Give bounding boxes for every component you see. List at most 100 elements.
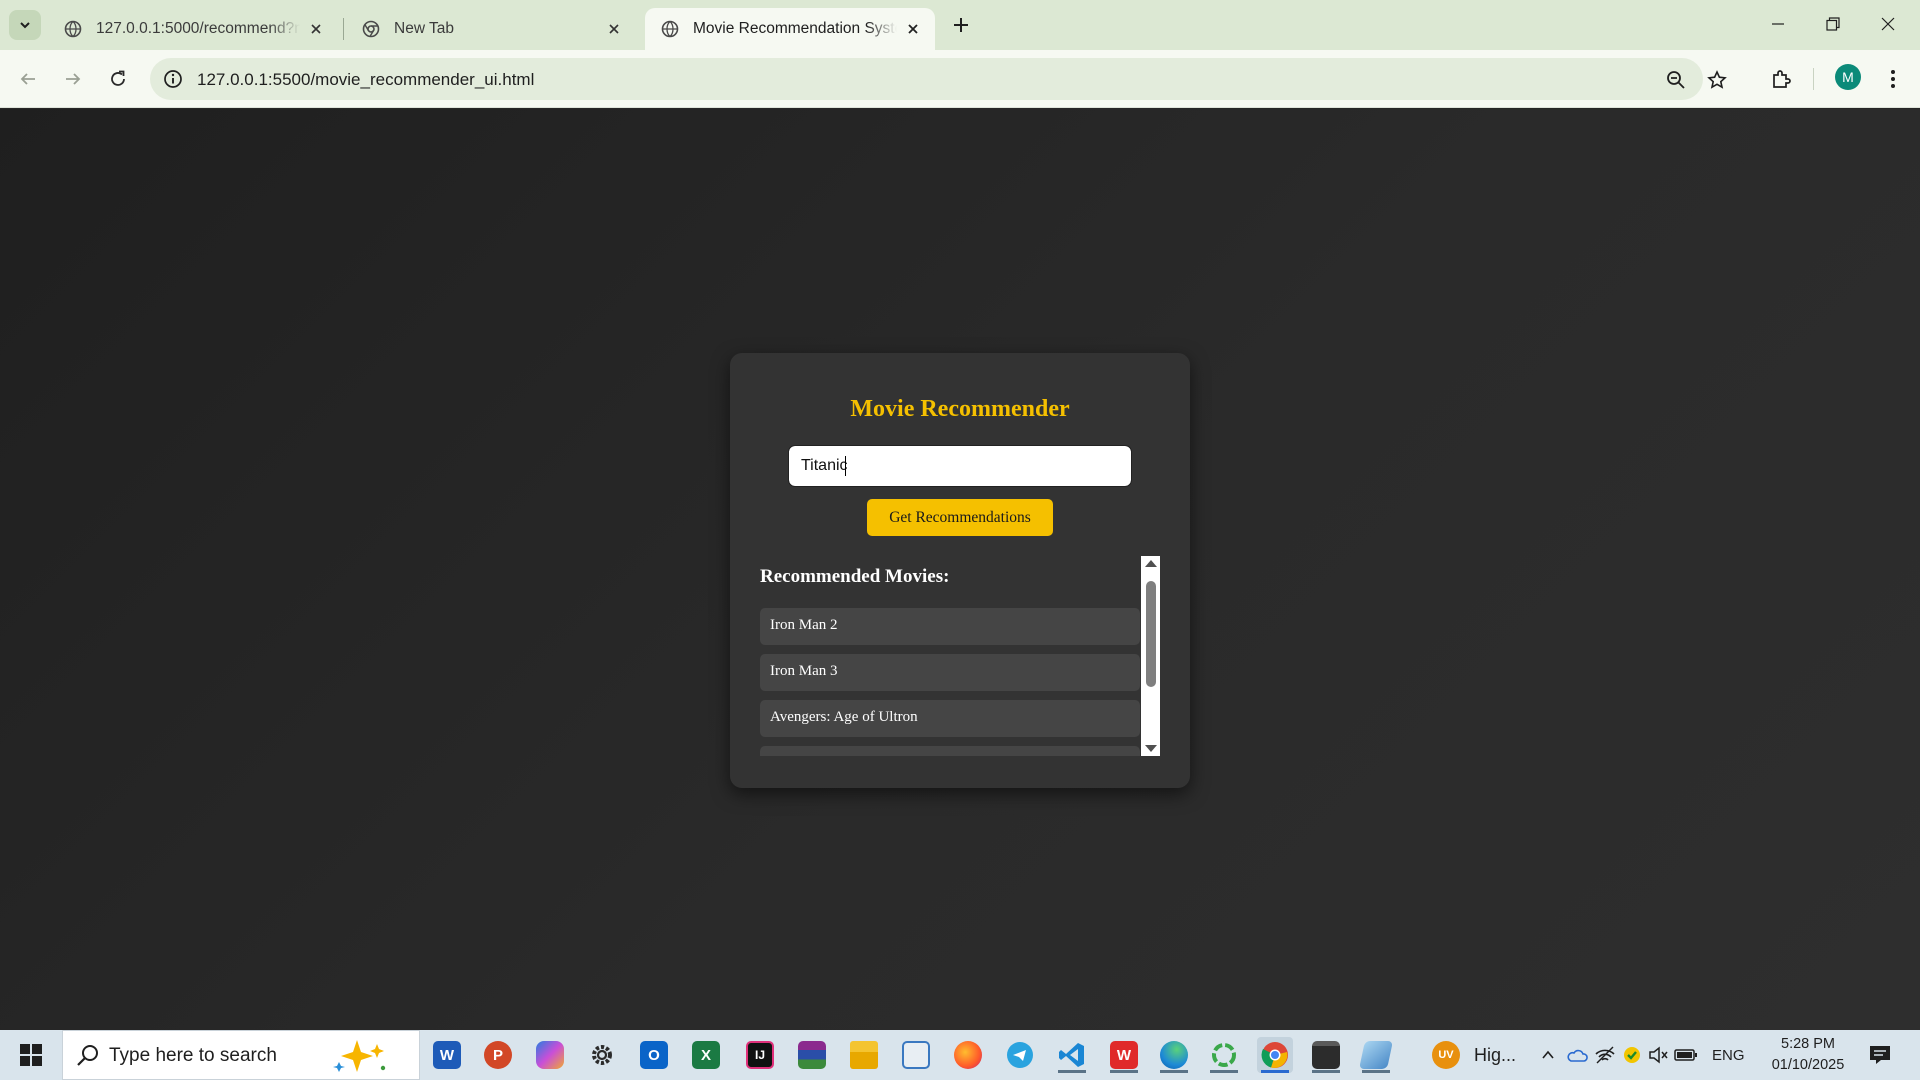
chrome-logo-icon <box>1261 1042 1288 1068</box>
url-text: 127.0.0.1:5500/movie_recommender_ui.html <box>197 70 535 89</box>
wps-icon[interactable]: W <box>1106 1037 1142 1073</box>
edge-icon[interactable] <box>1156 1037 1192 1073</box>
tab-title: Movie Recommendation Systen <box>693 20 897 37</box>
volume-muted-icon[interactable] <box>1648 1046 1668 1064</box>
page-viewport: Movie Recommender Get Recommendations Re… <box>0 109 1920 1030</box>
intellij-icon[interactable]: IJ <box>742 1037 778 1073</box>
word-icon[interactable]: W <box>429 1037 465 1073</box>
movie-item: Iron Man 2 <box>760 608 1140 645</box>
windows-logo-icon <box>20 1044 42 1066</box>
zoom-out-icon <box>1667 71 1685 89</box>
zoom-button[interactable] <box>1664 68 1688 92</box>
tab-recommend-endpoint[interactable]: 127.0.0.1:5000/recommend?mo <box>48 8 338 50</box>
notification-icon <box>1870 1046 1890 1064</box>
outlook-icon[interactable]: O <box>636 1037 672 1073</box>
copilot-icon[interactable] <box>532 1037 568 1073</box>
search-icon <box>77 1045 98 1066</box>
vscode-logo-icon <box>1059 1043 1084 1067</box>
editor-icon[interactable] <box>1358 1037 1394 1073</box>
restore-button[interactable] <box>1813 8 1853 40</box>
restore-icon <box>1826 17 1840 31</box>
weather-widget[interactable]: UV Hig... <box>1432 1030 1516 1080</box>
terminal-icon[interactable] <box>1308 1037 1344 1073</box>
running-indicator <box>1160 1070 1188 1073</box>
results-panel[interactable]: Recommended Movies: Iron Man 2 Iron Man … <box>760 556 1190 756</box>
tab-strip: 127.0.0.1:5000/recommend?mo New Tab Movi… <box>0 0 1920 50</box>
arrow-left-icon <box>20 73 35 85</box>
notepad-icon[interactable] <box>898 1037 934 1073</box>
notification-center-button[interactable] <box>1862 1037 1898 1073</box>
movie-item: Avengers: Age of Ultron <box>760 700 1140 737</box>
extensions-button[interactable] <box>1766 64 1796 94</box>
copilot-sparkle-icon <box>333 1040 386 1072</box>
menu-button[interactable] <box>1878 64 1908 94</box>
results-heading: Recommended Movies: <box>760 566 950 587</box>
file-explorer-icon[interactable] <box>846 1037 882 1073</box>
battery-icon[interactable] <box>1674 1048 1698 1062</box>
app-title: Movie Recommender <box>850 396 1070 422</box>
close-icon[interactable] <box>306 19 326 39</box>
puzzle-icon <box>1773 70 1791 88</box>
bookmark-button[interactable] <box>1705 68 1729 92</box>
loader-icon[interactable] <box>1206 1037 1242 1073</box>
movie-title-input[interactable] <box>788 445 1132 487</box>
start-button[interactable] <box>0 1030 62 1080</box>
network-icon[interactable] <box>1594 1046 1616 1064</box>
firefox-icon[interactable] <box>950 1037 986 1073</box>
close-window-button[interactable] <box>1868 8 1908 40</box>
close-icon[interactable] <box>903 19 923 39</box>
vscode-icon[interactable] <box>1054 1037 1090 1073</box>
chrome-icon[interactable] <box>1257 1037 1293 1073</box>
new-tab-button[interactable] <box>948 12 974 38</box>
gear-icon <box>592 1045 612 1065</box>
chevron-down-icon <box>20 22 30 29</box>
tab-search-button[interactable] <box>9 10 41 40</box>
clock[interactable]: 5:28 PM 01/10/2025 <box>1758 1034 1858 1076</box>
scrollbar-thumb[interactable] <box>1146 581 1156 687</box>
plus-icon <box>954 18 968 32</box>
security-icon[interactable] <box>1622 1045 1642 1065</box>
movie-item: Iron Man 3 <box>760 654 1140 691</box>
chevron-up-icon[interactable] <box>1540 1047 1556 1063</box>
uv-badge: UV <box>1432 1041 1460 1069</box>
address-bar[interactable]: 127.0.0.1:5500/movie_recommender_ui.html <box>150 58 1727 100</box>
minimize-button[interactable] <box>1758 8 1798 40</box>
excel-icon[interactable]: X <box>688 1037 724 1073</box>
taskbar: Type here to search W P O X IJ W UV Hig.… <box>0 1030 1920 1080</box>
search-placeholder: Type here to search <box>109 1045 277 1066</box>
taskbar-search-box[interactable]: Type here to search <box>62 1030 420 1080</box>
tab-new-tab[interactable]: New Tab <box>346 8 636 50</box>
running-indicator <box>1058 1070 1086 1073</box>
arrow-right-icon <box>66 73 81 85</box>
browser-toolbar: 127.0.0.1:5500/movie_recommender_ui.html… <box>0 50 1920 108</box>
settings-icon[interactable] <box>584 1037 620 1073</box>
tab-divider <box>343 18 344 40</box>
scroll-up-arrow-icon[interactable] <box>1145 560 1157 567</box>
running-indicator <box>1362 1070 1390 1073</box>
reload-icon <box>111 70 125 86</box>
close-icon[interactable] <box>604 19 624 39</box>
site-info-icon[interactable] <box>162 68 184 90</box>
forward-button[interactable] <box>55 61 91 97</box>
scroll-down-arrow-icon[interactable] <box>1145 745 1157 752</box>
tab-movie-recommendation[interactable]: Movie Recommendation Systen <box>645 8 935 50</box>
winrar-icon[interactable] <box>794 1037 830 1073</box>
reload-button[interactable] <box>100 61 136 97</box>
running-indicator <box>1110 1070 1138 1073</box>
clock-time: 5:28 PM <box>1781 1036 1835 1052</box>
globe-icon <box>661 20 679 38</box>
toolbar-divider <box>1813 68 1814 90</box>
telegram-icon[interactable] <box>1002 1037 1038 1073</box>
onedrive-icon[interactable] <box>1566 1047 1588 1063</box>
chrome-icon <box>362 20 380 38</box>
running-indicator <box>1210 1070 1238 1073</box>
weather-text: Hig... <box>1474 1044 1517 1065</box>
text-caret <box>845 456 846 476</box>
back-button[interactable] <box>10 61 46 97</box>
recommender-card: Movie Recommender Get Recommendations Re… <box>730 353 1190 788</box>
language-indicator[interactable]: ENG <box>1712 1047 1745 1064</box>
results-scrollbar[interactable] <box>1141 556 1160 756</box>
get-recommendations-button[interactable]: Get Recommendations <box>867 499 1053 536</box>
profile-avatar[interactable]: M <box>1835 64 1861 90</box>
powerpoint-icon[interactable]: P <box>480 1037 516 1073</box>
